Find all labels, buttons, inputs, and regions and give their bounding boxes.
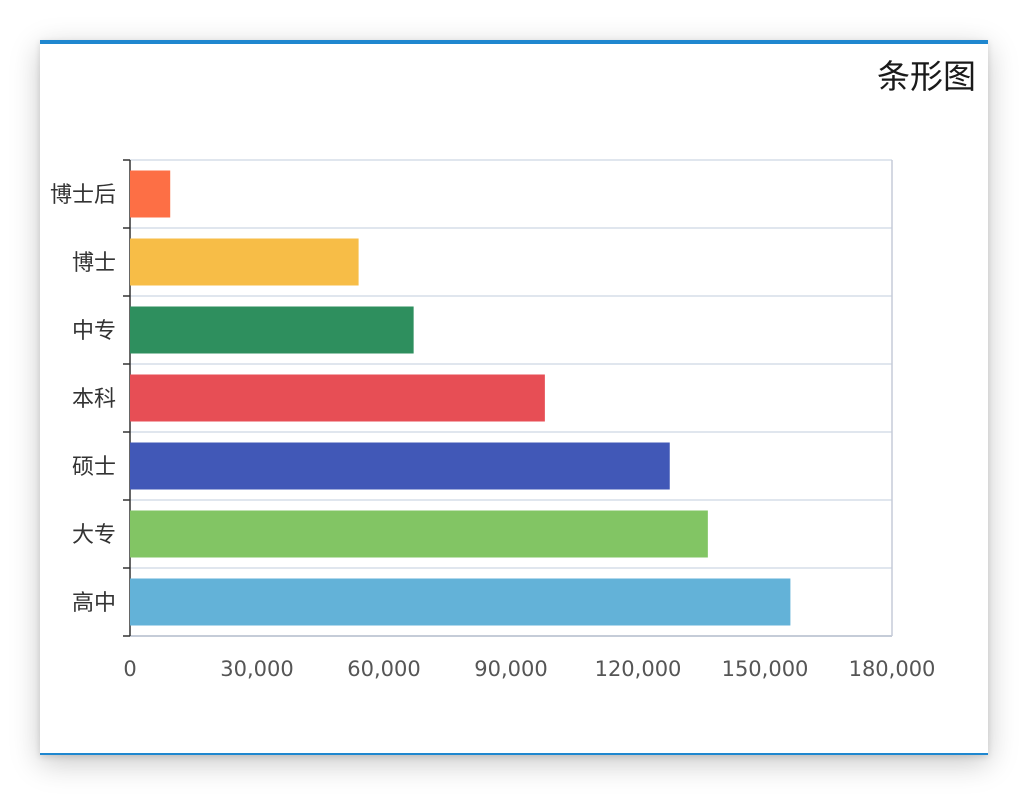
y-tick-label: 博士 [72, 251, 116, 276]
bar-1 [130, 510, 708, 558]
x-tick-label: 120,000 [595, 657, 682, 681]
x-tick-label: 90,000 [474, 657, 547, 681]
x-tick-label: 60,000 [347, 657, 420, 681]
bar-0 [130, 578, 791, 626]
bar-2 [130, 442, 670, 490]
x-tick-label: 180,000 [849, 657, 936, 681]
y-tick-label: 硕士 [72, 455, 116, 480]
y-tick-label: 本科 [72, 387, 116, 412]
bar-chart: 高中 大专 硕士 本科 中专 博士 博士后 0 30,000 60,000 90,000 120,00… [50, 159, 936, 681]
bar-4 [130, 306, 414, 354]
y-tick-label: 大专 [72, 523, 116, 548]
bar-6 [130, 170, 171, 218]
x-tick-label: 30,000 [220, 657, 293, 681]
y-tick-label: 高中 [72, 591, 116, 616]
y-tick-label: 中专 [72, 319, 116, 344]
bar-5 [130, 238, 359, 286]
bar-3 [130, 374, 545, 422]
x-tick-label: 0 [123, 657, 136, 681]
y-tick-label: 博士后 [50, 183, 116, 208]
x-tick-label: 150,000 [722, 657, 809, 681]
chart-panel: 条形图 高中 大专 硕士 本科 中专 博士 博士后 0 30,000 60,000 90,000 12… [40, 40, 988, 755]
